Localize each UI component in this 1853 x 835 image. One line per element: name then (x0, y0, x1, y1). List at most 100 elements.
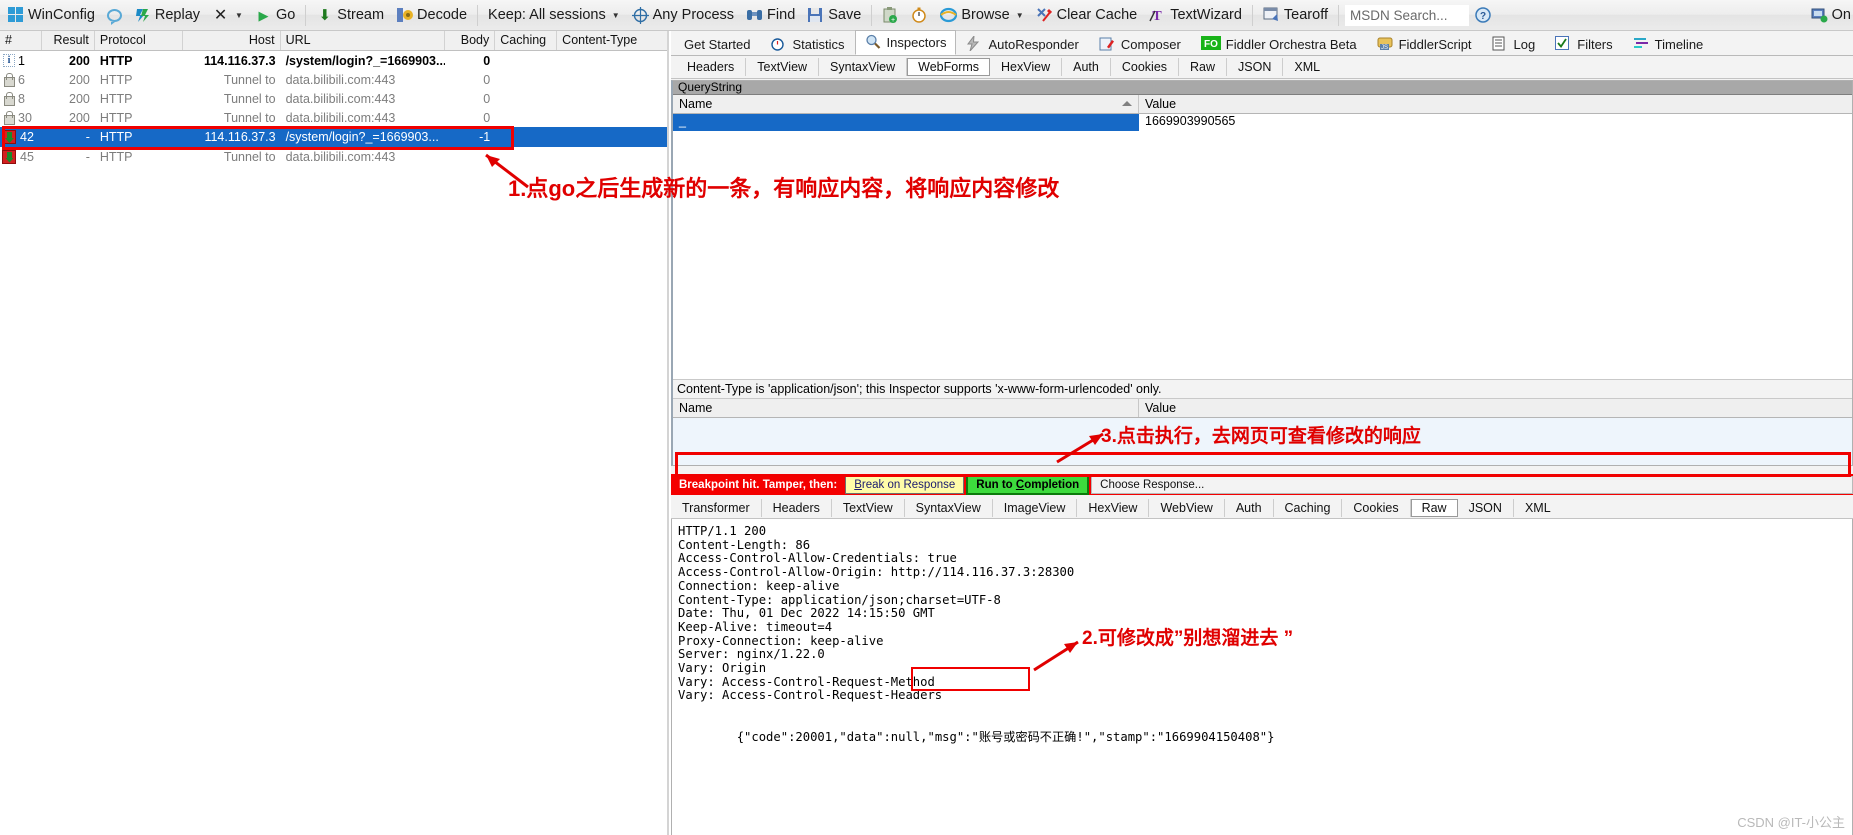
toolbar-keep-dropdown[interactable]: Keep: All sessions ▼ (482, 2, 626, 29)
tab-headers[interactable]: Headers (676, 58, 747, 76)
session-host: Tunnel to (223, 72, 276, 87)
column-header-name[interactable]: Name (673, 95, 1139, 113)
tab-autoresponder[interactable]: AutoResponder (956, 32, 1088, 55)
toolbar-any-process-button[interactable]: Any Process (626, 2, 740, 29)
column-header-host[interactable]: Host (183, 31, 281, 50)
column-header-value[interactable]: Value (1139, 95, 1852, 113)
toolbar-stream-button[interactable]: ⬇ Stream (310, 2, 390, 29)
tab-filters[interactable]: Filters (1545, 32, 1622, 55)
toolbar-clipboard-button[interactable]: + (876, 2, 905, 29)
msdn-search-input[interactable]: MSDN Search... (1345, 4, 1469, 26)
table-row[interactable]: 45 - HTTP Tunnel to data.bilibili.com:44… (0, 147, 667, 166)
toolbar-winconfig-button[interactable]: WinConfig (2, 2, 101, 29)
toolbar-browse-button[interactable]: Browse ▼ (934, 2, 1029, 29)
table-row[interactable]: 8 200 HTTP Tunnel to data.bilibili.com:4… (0, 89, 667, 108)
toolbar-text-wizard-button[interactable]: T TextWizard (1143, 2, 1248, 29)
column-header-caching[interactable]: Caching (495, 31, 558, 50)
chevron-down-icon[interactable]: ▼ (612, 11, 620, 20)
column-header-value[interactable]: Value (1139, 399, 1852, 417)
column-header-name[interactable]: Name (673, 399, 1139, 417)
column-header-result[interactable]: Result (42, 31, 95, 50)
choose-response-button[interactable]: Choose Response... (1091, 475, 1853, 494)
tab-json[interactable]: JSON (1458, 498, 1514, 517)
tab-fiddler-orchestra[interactable]: FO Fiddler Orchestra Beta (1191, 32, 1367, 55)
toolbar-replay-button[interactable]: Replay (128, 2, 206, 29)
tab-statistics[interactable]: Statistics (760, 32, 854, 55)
tab-raw[interactable]: Raw (1410, 498, 1458, 517)
tab-syntaxview[interactable]: SyntaxView (819, 58, 908, 76)
tab-transformer[interactable]: Transformer (671, 498, 762, 517)
toolbar-replay-label: Replay (154, 7, 201, 23)
tab-webforms[interactable]: WebForms (907, 58, 991, 76)
tab-cookies[interactable]: Cookies (1342, 498, 1411, 517)
tab-imageview[interactable]: ImageView (993, 498, 1078, 517)
toolbar-save-button[interactable]: Save (801, 2, 867, 29)
session-body: 0 (483, 110, 491, 125)
tab-auth[interactable]: Auth (1225, 498, 1274, 517)
sort-ascending-icon (1122, 101, 1132, 106)
tab-timeline[interactable]: Timeline (1623, 32, 1714, 55)
tab-label: Inspectors (886, 35, 947, 50)
tab-composer[interactable]: Composer (1089, 32, 1191, 55)
tab-raw[interactable]: Raw (1179, 58, 1228, 76)
column-header-num[interactable]: # (0, 31, 42, 50)
comment-bubble-icon (106, 8, 122, 25)
tab-textview[interactable]: TextView (832, 498, 905, 517)
toolbar-go-button[interactable]: ▶ Go (249, 2, 301, 29)
column-header-protocol[interactable]: Protocol (95, 31, 183, 50)
tab-inspectors[interactable]: Inspectors (854, 30, 957, 55)
toolbar-go-label: Go (275, 7, 296, 23)
toolbar-tearoff-button[interactable]: Tearoff (1257, 2, 1334, 29)
run-to-completion-button[interactable]: Run to Completion (966, 474, 1090, 495)
fiddler-window: WinConfig Replay ✕ ▼ ▶ Go ⬇ Stream Decod… (0, 0, 1853, 835)
tab-json[interactable]: JSON (1227, 58, 1284, 76)
toolbar-comment-button[interactable] (101, 2, 128, 29)
querystring-row[interactable]: _ 1669903990565 (673, 114, 1852, 131)
timeline-icon (1633, 36, 1650, 53)
table-row[interactable]: 30 200 HTTP Tunnel to data.bilibili.com:… (0, 108, 667, 127)
column-header-url[interactable]: URL (281, 31, 446, 50)
tab-caching[interactable]: Caching (1274, 498, 1343, 517)
toolbar-stopwatch-button[interactable] (905, 2, 934, 29)
session-url: data.bilibili.com:443 (285, 72, 396, 87)
response-raw-body[interactable]: HTTP/1.1 200 Content-Length: 86 Access-C… (671, 519, 1853, 835)
right-panel: Get Started Statistics Inspectors AutoRe… (671, 30, 1853, 835)
table-row[interactable]: i 1 200 HTTP 114.116.37.3 /system/login?… (0, 51, 667, 70)
toolbar-decode-button[interactable]: Decode (390, 2, 473, 29)
tab-fiddlerscript[interactable]: JS FiddlerScript (1367, 32, 1482, 55)
session-result: 200 (69, 91, 90, 106)
tab-label: Timeline (1654, 36, 1704, 52)
tab-xml[interactable]: XML (1283, 58, 1331, 76)
tab-hexview[interactable]: HexView (990, 58, 1063, 76)
toolbar-help-button[interactable]: ? (1469, 2, 1498, 29)
break-on-response-button[interactable]: Break on Response (845, 475, 965, 494)
toolbar-remove-button[interactable]: ✕ ▼ (206, 2, 249, 29)
toolbar-find-button[interactable]: Find (740, 2, 801, 29)
session-protocol: HTTP (99, 149, 133, 164)
column-header-content-type[interactable]: Content-Type (557, 31, 667, 50)
tab-syntaxview[interactable]: SyntaxView (905, 498, 993, 517)
table-row[interactable]: 6 200 HTTP Tunnel to data.bilibili.com:4… (0, 70, 667, 89)
tab-get-started[interactable]: Get Started (674, 32, 760, 55)
tab-auth[interactable]: Auth (1062, 58, 1111, 76)
text-wizard-icon: T (1149, 7, 1166, 24)
tab-hexview[interactable]: HexView (1077, 498, 1150, 517)
tab-headers[interactable]: Headers (762, 498, 832, 517)
column-header-body[interactable]: Body (445, 31, 496, 50)
tab-xml[interactable]: XML (1514, 499, 1562, 517)
toolbar-clear-cache-button[interactable]: Clear Cache (1030, 2, 1144, 29)
tab-cookies[interactable]: Cookies (1111, 58, 1180, 76)
tab-webview[interactable]: WebView (1149, 498, 1225, 517)
svg-text:FO: FO (1204, 39, 1218, 50)
toolbar-divider-5 (1338, 4, 1339, 26)
chevron-down-icon[interactable]: ▼ (235, 11, 243, 20)
table-row-selected[interactable]: 42 - HTTP 114.116.37.3 /system/login?_=1… (0, 127, 667, 147)
chevron-down-icon[interactable]: ▼ (1016, 11, 1024, 20)
body-table-header: Name Value (673, 399, 1852, 418)
tearoff-icon (1263, 7, 1280, 24)
svg-text:JS: JS (1381, 45, 1388, 51)
toolbar-online-button[interactable]: On (1805, 2, 1853, 29)
tab-textview[interactable]: TextView (746, 58, 820, 76)
tab-log[interactable]: Log (1482, 32, 1546, 55)
session-protocol: HTTP (99, 91, 133, 106)
